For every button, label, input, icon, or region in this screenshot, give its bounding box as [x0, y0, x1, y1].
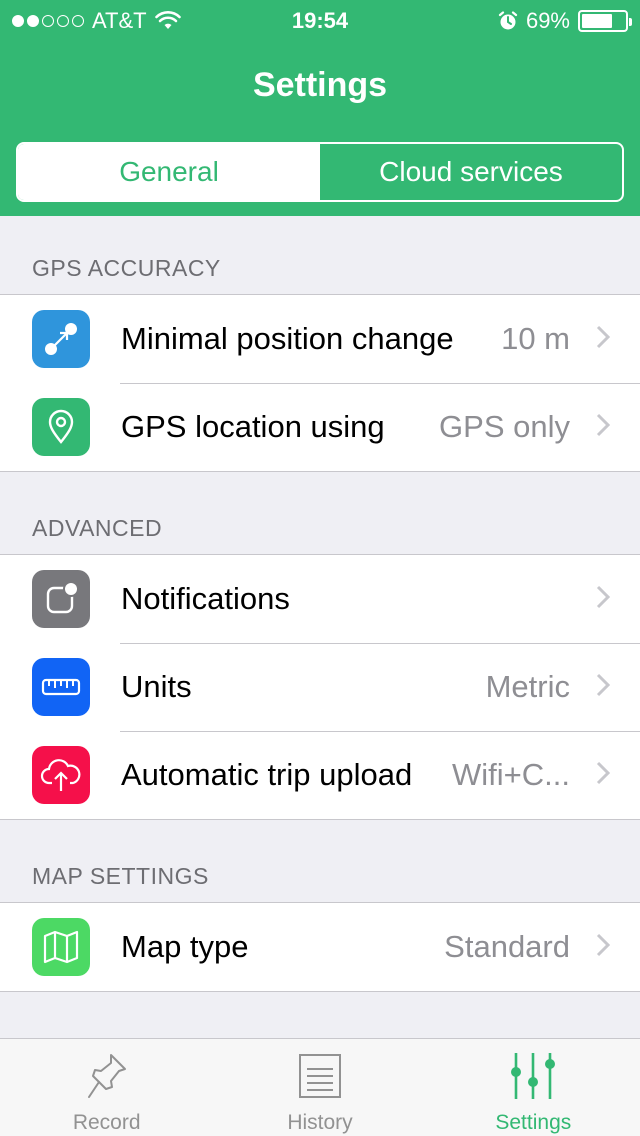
row-gps-location-using[interactable]: GPS location using GPS only	[0, 383, 640, 471]
segment-cloud-services[interactable]: Cloud services	[320, 144, 622, 200]
tab-label: History	[287, 1111, 353, 1134]
row-label: Minimal position change	[121, 321, 454, 356]
row-value: Standard	[444, 929, 570, 964]
row-minimal-position-change[interactable]: Minimal position change 10 m	[0, 295, 640, 383]
settings-group-map-settings: Map type Standard	[0, 902, 640, 992]
cloud-upload-icon	[32, 746, 90, 804]
status-bar: AT&T 19:54 69%	[0, 0, 640, 40]
row-value: 10 m	[501, 321, 570, 356]
row-value: GPS only	[439, 409, 570, 444]
row-value: Metric	[485, 669, 570, 704]
tab-record[interactable]: Record	[0, 1039, 213, 1136]
battery-percent: 69%	[525, 8, 570, 33]
section-header-map-settings: MAP SETTINGS	[32, 863, 209, 889]
location-pin-icon	[32, 398, 90, 456]
alarm-icon	[498, 11, 518, 30]
tab-label: Record	[72, 1111, 141, 1134]
chevron-right-icon	[596, 933, 610, 957]
row-notifications[interactable]: Notifications	[0, 555, 640, 643]
section-header-advanced: ADVANCED	[32, 515, 163, 541]
notifications-icon	[32, 570, 90, 628]
row-automatic-trip-upload[interactable]: Automatic trip upload Wifi+C...	[0, 731, 640, 819]
chevron-right-icon	[596, 325, 610, 349]
row-label: Units	[121, 669, 192, 704]
segment-general[interactable]: General	[18, 144, 320, 200]
position-change-icon	[32, 310, 90, 368]
tab-label: Settings	[495, 1111, 572, 1134]
ruler-icon	[32, 658, 90, 716]
row-map-type[interactable]: Map type Standard	[0, 903, 640, 991]
history-list-icon	[298, 1054, 341, 1098]
chevron-right-icon	[596, 761, 610, 785]
tab-history[interactable]: History	[213, 1039, 426, 1136]
page-title: Settings	[252, 66, 388, 104]
row-label: GPS location using	[121, 409, 385, 444]
row-value: Wifi+C...	[452, 757, 570, 792]
chevron-right-icon	[596, 673, 610, 697]
sliders-icon	[511, 1053, 556, 1099]
row-label: Notifications	[121, 581, 290, 616]
row-units[interactable]: Units Metric	[0, 643, 640, 731]
settings-group-gps-accuracy: Minimal position change 10 m GPS locatio…	[0, 294, 640, 472]
tab-bar: Record History Settings	[0, 1038, 640, 1136]
row-label: Map type	[121, 929, 249, 964]
chevron-right-icon	[596, 413, 610, 437]
header: AT&T 19:54 69% Settings General Cloud se…	[0, 0, 640, 216]
section-header-gps-accuracy: GPS ACCURACY	[32, 255, 221, 281]
pushpin-icon	[87, 1054, 126, 1098]
chevron-right-icon	[596, 585, 610, 609]
tab-settings[interactable]: Settings	[427, 1039, 640, 1136]
settings-group-advanced: Notifications Units Metric Automatic tri…	[0, 554, 640, 820]
battery-icon	[578, 10, 632, 32]
row-label: Automatic trip upload	[121, 757, 413, 792]
segmented-control: General Cloud services	[16, 142, 624, 202]
map-icon	[32, 918, 90, 976]
